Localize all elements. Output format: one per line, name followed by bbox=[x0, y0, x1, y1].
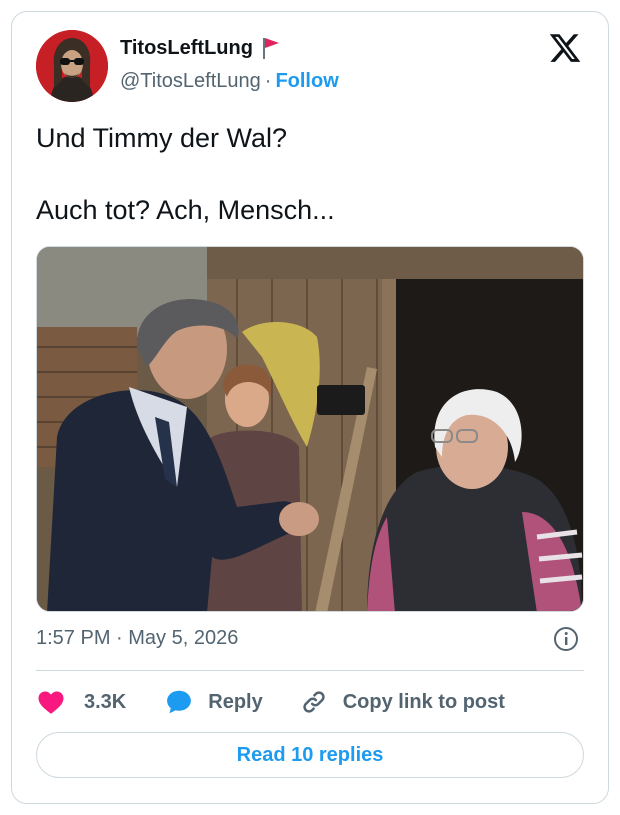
likes-count: 3.3K bbox=[84, 690, 127, 713]
speech-bubble-icon bbox=[164, 687, 194, 717]
reply-label: Reply bbox=[208, 690, 263, 713]
separator-dot: · bbox=[264, 70, 272, 92]
tweet-text-line-1: Und Timmy der Wal? bbox=[36, 123, 288, 153]
tweet-timestamp[interactable]: 1:57 PM · May 5, 2026 bbox=[36, 627, 238, 650]
action-bar: 3.3K Reply Copy link to post bbox=[36, 684, 505, 720]
x-logo-icon[interactable] bbox=[548, 31, 582, 65]
reply-button[interactable]: Reply bbox=[164, 687, 263, 717]
author-handle[interactable]: @TitosLeftLung bbox=[120, 70, 261, 92]
like-button[interactable]: 3.3K bbox=[36, 687, 126, 717]
copy-link-label: Copy link to post bbox=[342, 690, 505, 713]
tweet-text: Und Timmy der Wal? Auch tot? Ach, Mensch… bbox=[36, 120, 576, 228]
tweet-photo[interactable] bbox=[36, 246, 584, 612]
tweet-text-line-2: Auch tot? Ach, Mensch... bbox=[36, 195, 335, 225]
avatar[interactable] bbox=[36, 30, 108, 102]
info-icon[interactable] bbox=[553, 626, 579, 652]
author-display-name[interactable]: TitosLeftLung bbox=[120, 37, 253, 60]
author-name-row: TitosLeftLung bbox=[120, 36, 281, 60]
heart-icon bbox=[36, 687, 66, 717]
author-handle-row: @TitosLeftLung · Follow bbox=[120, 70, 339, 93]
avatar-icon bbox=[36, 30, 108, 102]
link-icon bbox=[299, 687, 329, 717]
follow-button[interactable]: Follow bbox=[275, 70, 338, 92]
red-flag-icon bbox=[261, 36, 281, 60]
divider bbox=[36, 670, 584, 671]
copy-link-button[interactable]: Copy link to post bbox=[299, 687, 505, 717]
read-replies-button[interactable]: Read 10 replies bbox=[36, 732, 584, 778]
